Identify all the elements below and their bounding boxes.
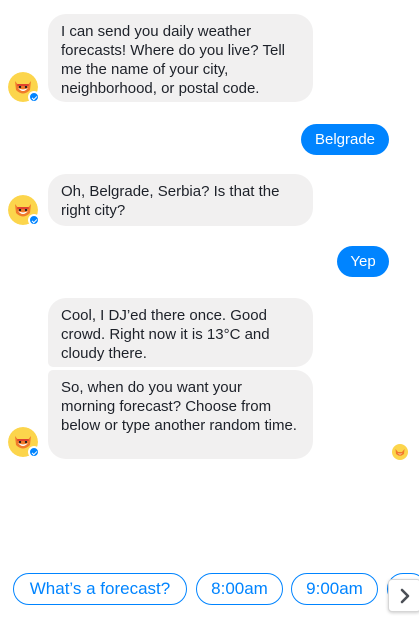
messenger-badge-icon — [28, 91, 40, 103]
messenger-badge-icon — [28, 446, 40, 458]
quick-reply-button[interactable]: 8:00am — [196, 573, 283, 605]
bot-avatar — [8, 72, 40, 103]
bot-message: Oh, Belgrade, Serbia? Is that the right … — [48, 174, 313, 226]
bot-message: I can send you daily weather forecasts! … — [48, 14, 313, 102]
bot-avatar — [8, 427, 40, 458]
chevron-right-icon — [400, 588, 410, 604]
user-message: Yep — [337, 246, 389, 277]
messenger-badge-icon — [28, 214, 40, 226]
scroll-right-button[interactable] — [388, 579, 419, 612]
bot-message: Cool, I DJ’ed there once. Good crowd. Ri… — [48, 298, 313, 367]
bot-message: So, when do you want your morning foreca… — [48, 370, 313, 459]
quick-reply-button[interactable]: What’s a forecast? — [13, 573, 187, 605]
quick-reply-button[interactable]: 9:00am — [291, 573, 378, 605]
bot-avatar — [8, 195, 40, 226]
seen-avatar-icon — [392, 444, 408, 460]
user-message: Belgrade — [301, 124, 389, 155]
